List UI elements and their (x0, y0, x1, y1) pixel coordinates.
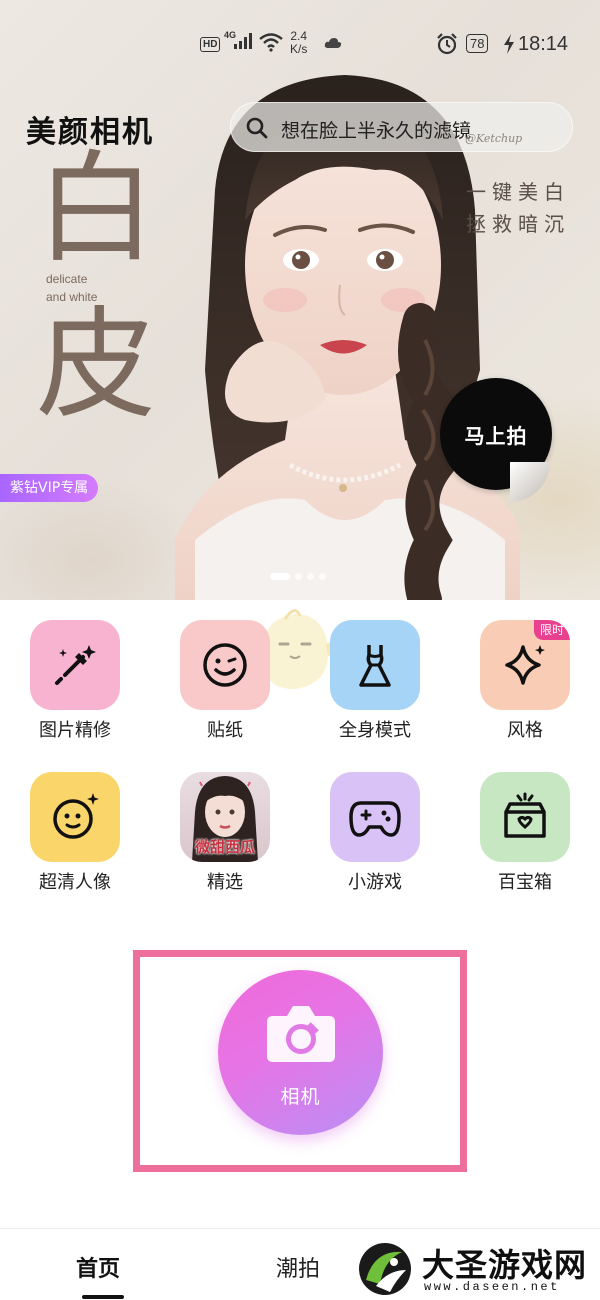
mini-games-tile (330, 772, 420, 862)
treasure-box-icon (504, 792, 546, 838)
headline-char-1: 白 (36, 140, 156, 279)
photo-watermark: @Ketchup (465, 132, 523, 145)
hd-portrait-label: 超清人像 (39, 872, 111, 893)
limited-time-badge: 限时 (533, 620, 570, 640)
charging-icon (504, 34, 514, 54)
smiley-sticker-icon (203, 643, 247, 687)
face-sparkle-icon (53, 793, 99, 839)
search-placeholder: 想在脸上半永久的滤镜 (281, 120, 472, 142)
wifi-icon (259, 33, 283, 52)
search-icon (246, 117, 268, 139)
status-bar: HD 4G 2.4 K/s 78 18:14 (0, 0, 600, 90)
style-label: 风格 (507, 720, 543, 741)
network-speed-unit: K/s (290, 42, 308, 56)
treasure-box-label: 百宝箱 (498, 872, 552, 893)
tab-trend-shoot[interactable]: 潮拍 (276, 1251, 320, 1283)
sparkle-icon (505, 645, 545, 685)
full-body-label: 全身模式 (339, 720, 411, 741)
headline-char-2: 皮 (36, 296, 156, 435)
gamepad-icon (349, 801, 401, 837)
mini-games-label: 小游戏 (348, 872, 402, 893)
photo-retouch-tile (30, 620, 120, 710)
tab-home-indicator (82, 1295, 124, 1299)
subtitle-line-1: delicate (46, 272, 88, 286)
site-watermark: 大圣游戏网 www.daseen.net (350, 1234, 600, 1300)
photo-retouch-label: 图片精修 (39, 720, 111, 741)
carousel-indicator (270, 573, 326, 580)
camera-button[interactable]: 相机 (218, 970, 383, 1135)
camera-icon (267, 1006, 335, 1062)
full-body-tile (330, 620, 420, 710)
dress-icon (359, 645, 391, 687)
alarm-icon (437, 33, 457, 55)
battery-level: 78 (466, 34, 489, 53)
style-tile: 限时 (480, 620, 570, 710)
camera-label: 相机 (280, 1086, 321, 1108)
featured-thumbnail: 微甜西瓜 (180, 772, 270, 862)
hero-banner[interactable]: HD 4G 2.4 K/s 78 18:14 美颜相机 想在脸上半永久的滤镜 @… (0, 0, 600, 600)
slogan-line-1: 一键美白 (466, 180, 570, 204)
network-speed: 2.4 K/s (290, 30, 307, 56)
carousel-dot-1 (270, 573, 290, 580)
vip-badge: 紫钻VIP专属 (0, 474, 99, 502)
clock: 18:14 (518, 33, 569, 55)
signal-icon (234, 33, 252, 49)
hd-portrait-tile (30, 772, 120, 862)
featured-thumb-text: 微甜西瓜 (194, 838, 255, 856)
slogan-line-2: 拯救暗沉 (466, 212, 570, 236)
site-logo-icon (359, 1243, 411, 1295)
site-url: www.daseen.net (424, 1280, 560, 1294)
treasure-box-tile (480, 772, 570, 862)
cloud-icon (324, 38, 342, 48)
carousel-dot-3 (307, 573, 314, 580)
stickers-tile (180, 620, 270, 710)
tab-home[interactable]: 首页 (76, 1251, 120, 1283)
carousel-dot-4 (319, 573, 326, 580)
magic-wand-icon (55, 645, 96, 685)
featured-label: 精选 (207, 872, 243, 893)
stickers-label: 贴纸 (207, 720, 243, 741)
carousel-dot-2 (295, 573, 302, 580)
hd-indicator: HD (200, 37, 221, 52)
